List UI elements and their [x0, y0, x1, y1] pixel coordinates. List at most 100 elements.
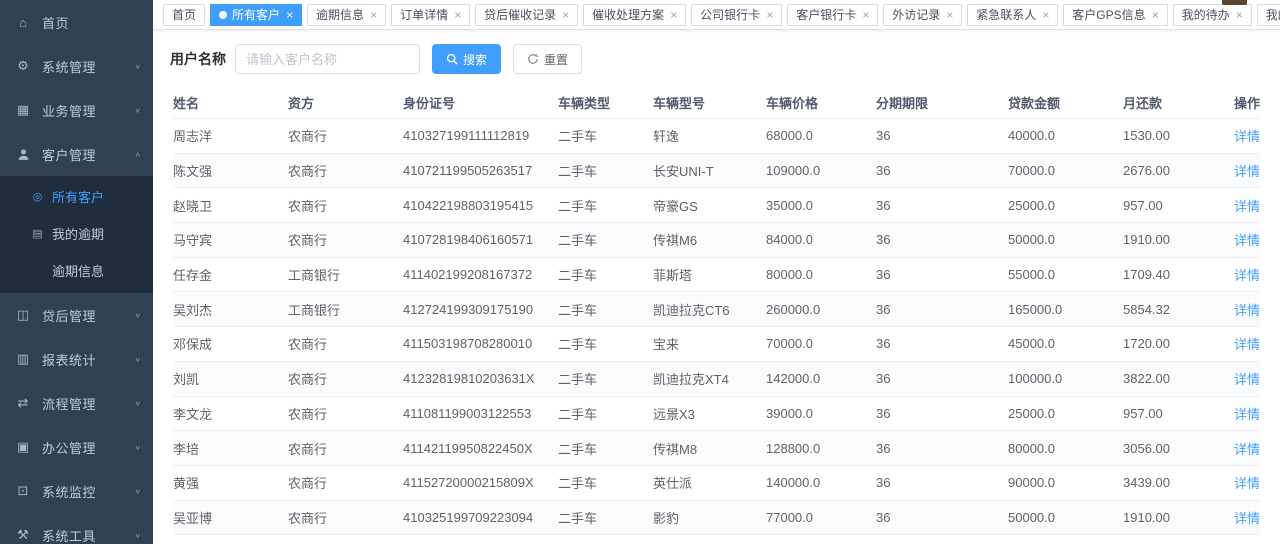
sidebar-item[interactable]: ▣办公管理∨: [0, 425, 153, 469]
detail-link[interactable]: 详情: [1234, 303, 1260, 318]
sidebar-item[interactable]: ▦业务管理∨: [0, 88, 153, 132]
close-icon[interactable]: ×: [562, 9, 569, 21]
table-cell: 吴亚博: [173, 508, 288, 527]
detail-link[interactable]: 详情: [1234, 164, 1260, 179]
table-cell: 36: [876, 475, 1008, 490]
close-icon[interactable]: ×: [1042, 9, 1049, 21]
detail-link[interactable]: 详情: [1234, 511, 1260, 526]
table-cell: 农商行: [288, 126, 403, 145]
table-cell: 二手车: [558, 161, 653, 180]
table-cell: 轩逸: [653, 126, 766, 145]
table-cell: 二手车: [558, 300, 653, 319]
close-icon[interactable]: ×: [1152, 9, 1159, 21]
chevron-down-icon: ∨: [134, 62, 141, 70]
sidebar-item-label: 流程管理: [42, 394, 134, 413]
tab[interactable]: 紧急联系人×: [967, 4, 1058, 26]
table-cell: 70000.0: [766, 336, 876, 351]
table-row: 黄强农商行41152720000215809X二手车英仕派140000.0369…: [173, 465, 1260, 500]
sidebar-item[interactable]: ⌂首页: [0, 0, 153, 44]
sidebar-item[interactable]: ⚙系统管理∨: [0, 44, 153, 88]
tab[interactable]: 首页: [163, 4, 205, 26]
sidebar-subitem[interactable]: ▤我的逾期: [0, 215, 153, 252]
tab[interactable]: 外访记录 ×: [883, 4, 962, 26]
tab[interactable]: 客户银行卡 ×: [787, 4, 878, 26]
table-cell: 90000.0: [1008, 475, 1123, 490]
customer-name-input[interactable]: [235, 44, 420, 74]
tab-label: 客户银行卡: [796, 6, 856, 23]
search-button[interactable]: 搜索: [432, 44, 501, 74]
customer-table: 姓名资方身份证号车辆类型车辆型号车辆价格分期期限贷款金额月还款操作 周志洋农商行…: [153, 85, 1280, 544]
avatar-partial: [1222, 0, 1247, 5]
table-row: 赵晓卫农商行410422198803195415二手车帝豪GS35000.036…: [173, 187, 1260, 222]
tab[interactable]: 客户GPS信息×: [1063, 4, 1167, 26]
flow-icon: ⇄: [14, 395, 32, 411]
table-cell: 二手车: [558, 473, 653, 492]
detail-link[interactable]: 详情: [1234, 372, 1260, 387]
close-icon[interactable]: ×: [946, 9, 953, 21]
close-icon[interactable]: ×: [286, 9, 293, 21]
table-row: 周志洋农商行410327199111112819二手车轩逸68000.03640…: [173, 118, 1260, 153]
table-cell: 农商行: [288, 439, 403, 458]
close-icon[interactable]: ×: [670, 9, 677, 21]
detail-link[interactable]: 详情: [1234, 233, 1260, 248]
search-bar: 用户名称 搜索 重置: [153, 30, 1280, 85]
table-cell-action: 详情: [1223, 439, 1260, 458]
search-icon: [446, 53, 458, 65]
sidebar-item[interactable]: ◫贷后管理∨: [0, 293, 153, 337]
table-row: 任存金工商银行411402199208167372二手车菲斯塔80000.036…: [173, 257, 1260, 292]
detail-link[interactable]: 详情: [1234, 442, 1260, 457]
sidebar-subitem[interactable]: 逾期信息: [0, 252, 153, 289]
sidebar-item[interactable]: ⊡系统监控∨: [0, 469, 153, 513]
detail-link[interactable]: 详情: [1234, 199, 1260, 214]
tab[interactable]: 公司银行卡×: [691, 4, 782, 26]
sidebar-item-label: 办公管理: [42, 438, 134, 457]
table-cell: 二手车: [558, 439, 653, 458]
table-cell: 410728198406160571: [403, 232, 558, 247]
table-cell: 36: [876, 336, 1008, 351]
close-icon[interactable]: ×: [1236, 9, 1243, 21]
tab[interactable]: 订单详情×: [391, 4, 470, 26]
sidebar-subitem[interactable]: ◎所有客户: [0, 178, 153, 215]
table-cell-action: 详情: [1223, 473, 1260, 492]
detail-link[interactable]: 详情: [1234, 129, 1260, 144]
table-cell: 412724199309175190: [403, 302, 558, 317]
table-cell: 36: [876, 232, 1008, 247]
close-icon[interactable]: ×: [766, 9, 773, 21]
table-row: 李培农商行41142119950822450X二手车传祺M8128800.036…: [173, 430, 1260, 465]
tab[interactable]: 我的流程×: [1257, 4, 1280, 26]
tab[interactable]: 所有客户×: [210, 4, 302, 26]
sidebar-submenu: ◎所有客户▤我的逾期逾期信息: [0, 176, 153, 293]
search-field-label: 用户名称: [170, 49, 226, 69]
active-tab-dot: [219, 11, 227, 19]
table-cell: 1709.40: [1123, 267, 1223, 282]
tab[interactable]: 我的待办×: [1173, 4, 1252, 26]
table-cell: 马守宾: [173, 230, 288, 249]
sidebar-item[interactable]: ⚒系统工具∨: [0, 513, 153, 544]
detail-link[interactable]: 详情: [1234, 407, 1260, 422]
sidebar-item[interactable]: ▥报表统计∨: [0, 337, 153, 381]
tab-label: 外访记录: [892, 6, 940, 23]
sidebar-item[interactable]: ⇄流程管理∨: [0, 381, 153, 425]
detail-link[interactable]: 详情: [1234, 268, 1260, 283]
reset-button[interactable]: 重置: [513, 44, 582, 74]
sidebar-item[interactable]: 客户管理∧: [0, 132, 153, 176]
tab[interactable]: 逾期信息×: [307, 4, 386, 26]
table-cell: 36: [876, 163, 1008, 178]
column-header: 车辆价格: [766, 93, 876, 112]
close-icon[interactable]: ×: [370, 9, 377, 21]
table-cell: 36: [876, 441, 1008, 456]
column-header: 身份证号: [403, 93, 558, 112]
column-header: 分期期限: [876, 93, 1008, 112]
close-icon[interactable]: ×: [454, 9, 461, 21]
detail-link[interactable]: 详情: [1234, 476, 1260, 491]
close-icon[interactable]: ×: [862, 9, 869, 21]
table-cell: 100000.0: [1008, 371, 1123, 386]
table-cell: 165000.0: [1008, 302, 1123, 317]
detail-link[interactable]: 详情: [1234, 337, 1260, 352]
tab[interactable]: 催收处理方案×: [583, 4, 686, 26]
table-row: 李文龙农商行411081199003122553二手车远景X339000.036…: [173, 396, 1260, 431]
table-row: 马守宾农商行410728198406160571二手车传祺M684000.036…: [173, 222, 1260, 257]
chevron-up-icon: ∧: [134, 150, 141, 158]
table-cell: 50000.0: [1008, 510, 1123, 525]
tab[interactable]: 贷后催收记录×: [475, 4, 578, 26]
